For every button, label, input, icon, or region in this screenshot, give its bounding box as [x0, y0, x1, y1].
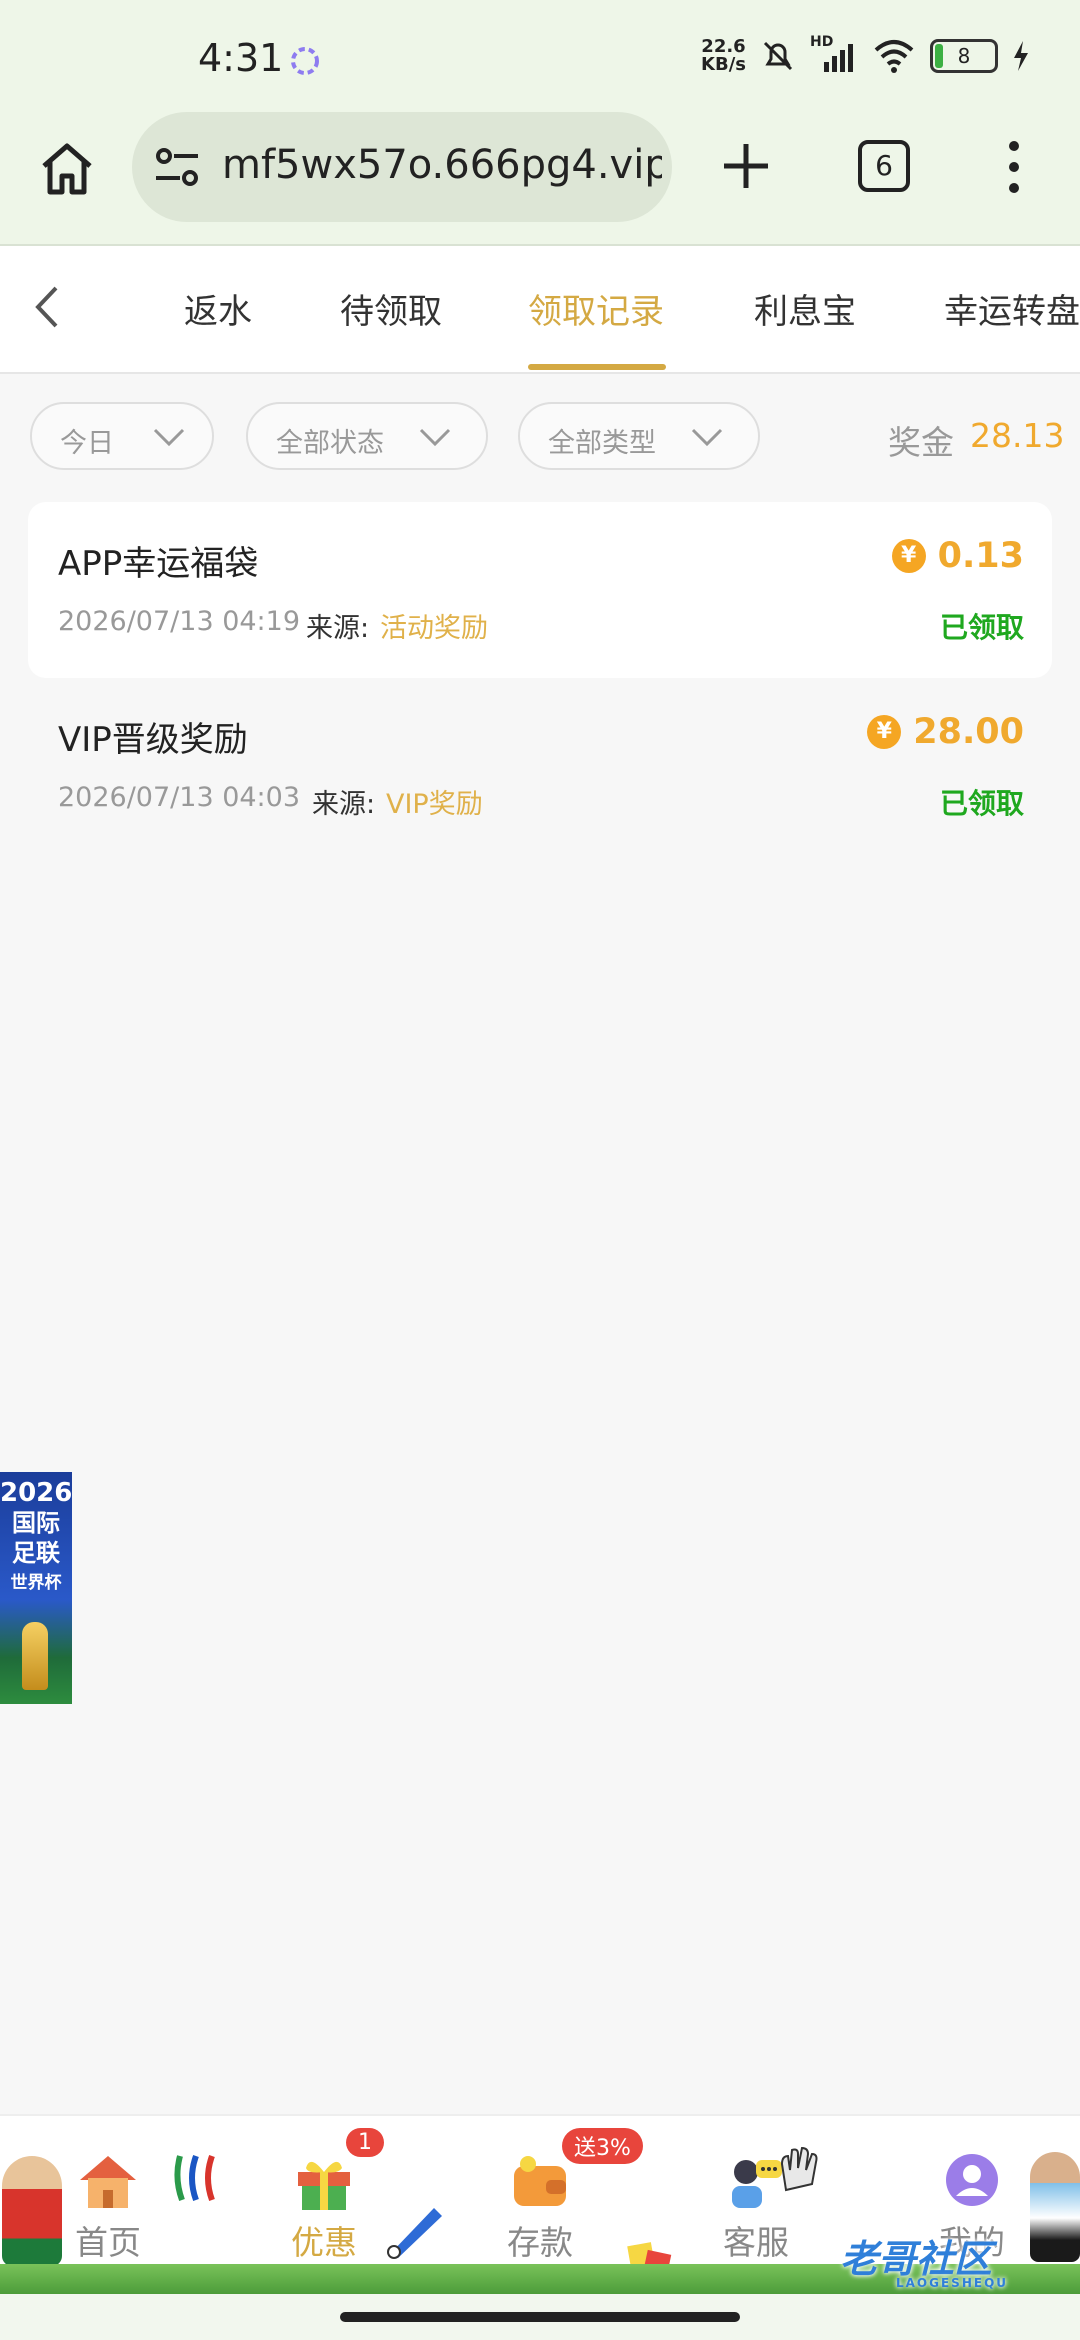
record-source: VIP奖励 [386, 789, 483, 820]
active-tab-indicator [528, 364, 666, 370]
nav-support-label: 客服 [723, 2223, 789, 2262]
signal-icon: HD [810, 34, 858, 74]
goalkeeper-glove-icon [780, 2146, 818, 2192]
nav-promotions-label: 优惠 [291, 2223, 357, 2262]
gift-icon [298, 2161, 350, 2210]
record-item: VIP晋级奖励 2026/07/13 04:03 来源: VIP奖励 ¥ 28.… [28, 678, 1052, 854]
record-amount-group: ¥ 0.13 [891, 536, 1024, 576]
date-filter-label: 今日 [60, 428, 114, 459]
status-icons: 22.6 KB/s HD 8 [701, 34, 1030, 75]
tab-rebate[interactable]: 返水 [184, 284, 252, 333]
coin-icon: ¥ [867, 715, 902, 749]
bell-off-icon [763, 41, 793, 71]
trophy-icon [22, 1622, 48, 1690]
banner-line: 世界杯 [10, 1573, 62, 1593]
notification-badge: 1 [346, 2128, 384, 2157]
nav-home-label: 首页 [75, 2223, 141, 2262]
record-date: 2026/07/13 04:03 [58, 782, 301, 813]
banner-line: 国际 [12, 1509, 60, 1537]
chevron-down-icon [419, 428, 451, 447]
tab-claim-records[interactable]: 领取记录 [528, 284, 664, 333]
back-arrow-icon[interactable] [28, 284, 68, 330]
record-source-label: 来源: [306, 613, 370, 644]
record-amount-group: ¥ 28.00 [867, 712, 1024, 752]
status-time: 4:31 [198, 36, 284, 80]
record-status: 已领取 [939, 787, 1024, 820]
browser-toolbar: mf5wx57o.666pg4.vip 6 [0, 112, 1080, 246]
record-amount: 28.00 [913, 712, 1024, 752]
filter-row: 今日 全部状态 全部类型 奖金 28.13 [0, 400, 1080, 476]
status-filter-dropdown[interactable]: 全部状态 [246, 402, 488, 470]
wifi-icon [874, 40, 914, 73]
promo-badge: 送3% [562, 2128, 643, 2164]
logo-mark-icon [174, 2154, 215, 2202]
battery-icon: 8 [930, 39, 998, 73]
charging-icon [1014, 41, 1028, 71]
wallet-icon [514, 2156, 566, 2206]
record-title: VIP晋级奖励 [58, 720, 248, 760]
bonus-total: 28.13 [970, 416, 1065, 455]
world-cup-floating-banner[interactable]: 2026 国际 足联 世界杯 [0, 1472, 72, 1704]
record-source-label: 来源: [312, 789, 376, 820]
banner-line: 足联 [12, 1539, 60, 1567]
user-avatar-icon [946, 2154, 998, 2206]
chevron-down-icon [153, 428, 185, 447]
home-gesture-bar[interactable] [340, 2312, 740, 2322]
tab-pending[interactable]: 待领取 [340, 284, 442, 333]
record-title: APP幸运福袋 [58, 544, 259, 584]
record-status: 已领取 [939, 611, 1024, 644]
banner-year: 2026 [0, 1478, 72, 1508]
date-filter-dropdown[interactable]: 今日 [30, 402, 214, 470]
vuvuzela-icon [387, 2208, 442, 2259]
chevron-down-icon [691, 428, 723, 447]
tab-switcher-button[interactable]: 6 [858, 140, 910, 192]
watermark-logo: 老哥社区 LAOGESHEQU [840, 2237, 1009, 2290]
nav-deposit-label: 存款 [507, 2223, 573, 2262]
record-amount: 0.13 [937, 536, 1024, 576]
record-source: 活动奖励 [380, 613, 488, 644]
record-date: 2026/07/13 04:19 [58, 606, 301, 637]
category-tabs: 返水 待领取 领取记录 利息宝 幸运转盘 [0, 246, 1080, 374]
system-gesture-area [0, 2294, 1080, 2340]
bonus-label: 奖金 [888, 423, 954, 462]
type-filter-dropdown[interactable]: 全部类型 [518, 402, 760, 470]
coin-icon: ¥ [891, 539, 926, 573]
more-vert-icon[interactable] [1000, 140, 1028, 194]
status-filter-label: 全部状态 [276, 428, 384, 459]
home-icon[interactable] [36, 138, 98, 200]
url-text[interactable]: mf5wx57o.666pg4.vip [222, 142, 662, 188]
new-tab-icon[interactable] [716, 136, 776, 196]
loading-app-icon [291, 47, 319, 75]
tab-interest[interactable]: 利息宝 [754, 284, 856, 333]
type-filter-label: 全部类型 [548, 428, 656, 459]
address-bar[interactable]: mf5wx57o.666pg4.vip [132, 112, 672, 222]
net-speed: 22.6 KB/s [701, 36, 746, 75]
status-bar: 4:31 22.6 KB/s HD 8 [0, 0, 1080, 112]
house-icon [80, 2156, 136, 2208]
site-settings-icon[interactable] [152, 144, 202, 190]
tab-lucky-wheel[interactable]: 幸运转盘 [944, 284, 1080, 333]
record-item: APP幸运福袋 2026/07/13 04:19 来源: 活动奖励 ¥ 0.13… [28, 502, 1052, 678]
